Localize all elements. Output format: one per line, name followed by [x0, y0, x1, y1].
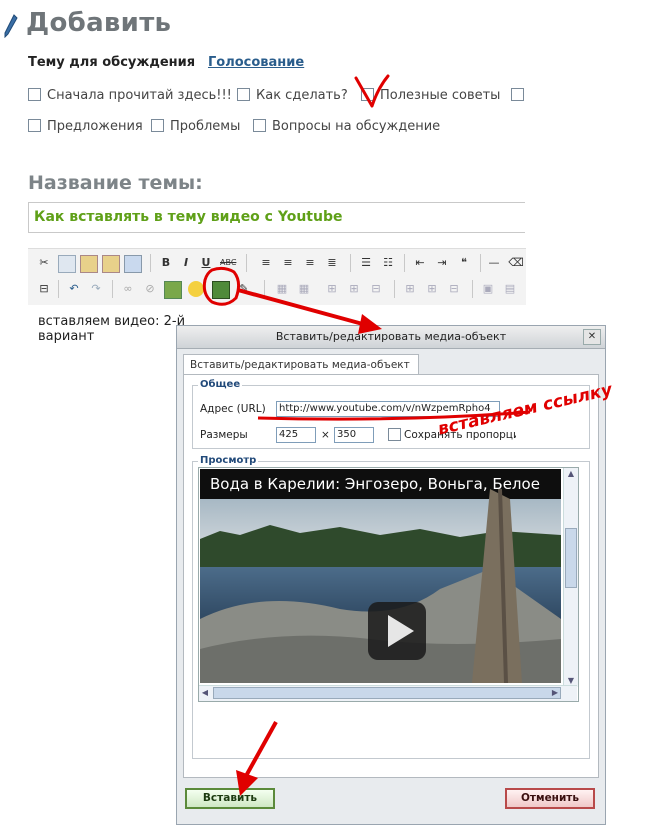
close-icon[interactable]: ✕	[583, 329, 601, 345]
eraser-icon[interactable]: ⌫	[508, 255, 524, 271]
outdent-icon[interactable]: ⇤	[412, 255, 428, 271]
video-player[interactable]: Вода в Карелии: Энгозеро, Воньга, Белое	[200, 469, 561, 683]
italic-icon[interactable]: I	[178, 255, 194, 271]
keep-ratio-checkbox[interactable]	[388, 428, 401, 441]
checkbox[interactable]	[253, 119, 266, 132]
size-label: Размеры	[200, 429, 248, 441]
width-input[interactable]: 425	[276, 427, 316, 443]
category-problems[interactable]: Проблемы	[151, 119, 240, 134]
editor-text: вставляем видео: 2-й вариант	[38, 314, 186, 344]
indent-icon[interactable]: ⇥	[434, 255, 450, 271]
bold-icon[interactable]: B	[158, 255, 174, 271]
align-left-icon[interactable]: ≡	[258, 255, 274, 271]
category-how-to[interactable]: Как сделать?	[237, 88, 348, 103]
tab-insert-media[interactable]: Вставить/редактировать медиа-объект	[183, 354, 419, 374]
tab-discussion[interactable]: Тему для обсуждения	[28, 55, 195, 70]
general-legend: Общее	[198, 379, 243, 390]
dialog-title: Вставить/редактировать медиа-объект	[177, 326, 605, 349]
split-cells-icon[interactable]: ▤	[502, 281, 518, 297]
col-delete-icon[interactable]: ⊟	[446, 281, 462, 297]
quote-icon[interactable]: ❝	[456, 255, 472, 271]
paste-icon[interactable]	[80, 255, 98, 273]
checkbox[interactable]	[511, 88, 524, 101]
numbered-list-icon[interactable]: ☷	[380, 255, 396, 271]
vertical-scrollbar[interactable]: ▲ ▼	[563, 468, 578, 687]
checkbox[interactable]	[151, 119, 164, 132]
url-label: Адрес (URL)	[200, 403, 266, 415]
insert-button[interactable]: Вставить	[185, 788, 275, 809]
unlink-icon[interactable]: ⊘	[142, 281, 158, 297]
scroll-right-icon[interactable]: ▶	[549, 687, 561, 699]
bullet-list-icon[interactable]: ☰	[358, 255, 374, 271]
scroll-thumb[interactable]	[565, 528, 577, 588]
hr-icon[interactable]: ⊟	[36, 281, 52, 297]
category-read-first[interactable]: Сначала прочитай здесь!!!	[28, 88, 232, 103]
col-before-icon[interactable]: ⊞	[402, 281, 418, 297]
category-extra[interactable]	[511, 88, 530, 103]
row-before-icon[interactable]: ⊞	[324, 281, 340, 297]
highlight-circle	[202, 266, 241, 306]
scroll-left-icon[interactable]: ◀	[199, 687, 211, 699]
cut-icon[interactable]: ✂	[36, 255, 52, 271]
hscroll-thumb[interactable]	[213, 687, 561, 699]
tab-poll[interactable]: Голосование	[208, 55, 304, 70]
video-thumbnail	[200, 469, 561, 683]
scroll-up-icon[interactable]: ▲	[565, 468, 577, 480]
video-title: Вода в Карелии: Энгозеро, Воньга, Белое	[210, 475, 540, 493]
row-after-icon[interactable]: ⊞	[346, 281, 362, 297]
align-right-icon[interactable]: ≡	[302, 255, 318, 271]
topic-input[interactable]: Как вставлять в тему видео с Youtube	[28, 202, 525, 233]
redo-icon[interactable]: ↷	[88, 281, 104, 297]
paste-text-icon[interactable]	[102, 255, 120, 273]
paste-word-icon[interactable]	[124, 255, 142, 273]
topic-value: Как вставлять в тему видео с Youtube	[34, 209, 343, 225]
link-icon[interactable]: ∞	[120, 281, 136, 297]
align-center-icon[interactable]: ≡	[280, 255, 296, 271]
col-after-icon[interactable]: ⊞	[424, 281, 440, 297]
category-suggestions[interactable]: Предложения	[28, 119, 143, 134]
align-justify-icon[interactable]: ≣	[324, 255, 340, 271]
merge-cells-icon[interactable]: ▣	[480, 281, 496, 297]
table-props-icon[interactable]: ▦	[296, 281, 312, 297]
image-icon[interactable]	[164, 281, 182, 299]
times-sign: ×	[321, 429, 330, 441]
topic-label: Название темы:	[28, 172, 203, 194]
page-title: Добавить	[26, 8, 172, 38]
preview-frame: Вода в Карелии: Энгозеро, Воньга, Белое …	[198, 467, 579, 702]
cancel-button[interactable]: Отменить	[505, 788, 595, 809]
row-delete-icon[interactable]: ⊟	[368, 281, 384, 297]
pencil-icon	[4, 14, 18, 38]
check-annotation-icon	[354, 74, 390, 108]
checkbox[interactable]	[237, 88, 250, 101]
checkbox[interactable]	[28, 119, 41, 132]
editor-content[interactable]: вставляем видео: 2-й вариант	[28, 306, 188, 346]
checkbox[interactable]	[28, 88, 41, 101]
preview-legend: Просмотр	[198, 455, 259, 466]
horizontal-scrollbar[interactable]: ◀ ▶	[199, 685, 577, 701]
editor-toolbar: ✂ B I U ABC ≡ ≡ ≡ ≣ ☰ ☷ ⇤ ⇥ ❝ — ⌫ ⊟ ↶ ↷ …	[28, 248, 526, 305]
undo-icon[interactable]: ↶	[66, 281, 82, 297]
horizontal-rule-icon[interactable]: —	[486, 255, 502, 271]
table-icon[interactable]: ▦	[274, 281, 290, 297]
category-discussion-questions[interactable]: Вопросы на обсуждение	[253, 119, 440, 134]
copy-icon[interactable]	[58, 255, 76, 273]
height-input[interactable]: 350	[334, 427, 374, 443]
dialog-panel: Общее Адрес (URL) http://www.youtube.com…	[183, 374, 599, 778]
